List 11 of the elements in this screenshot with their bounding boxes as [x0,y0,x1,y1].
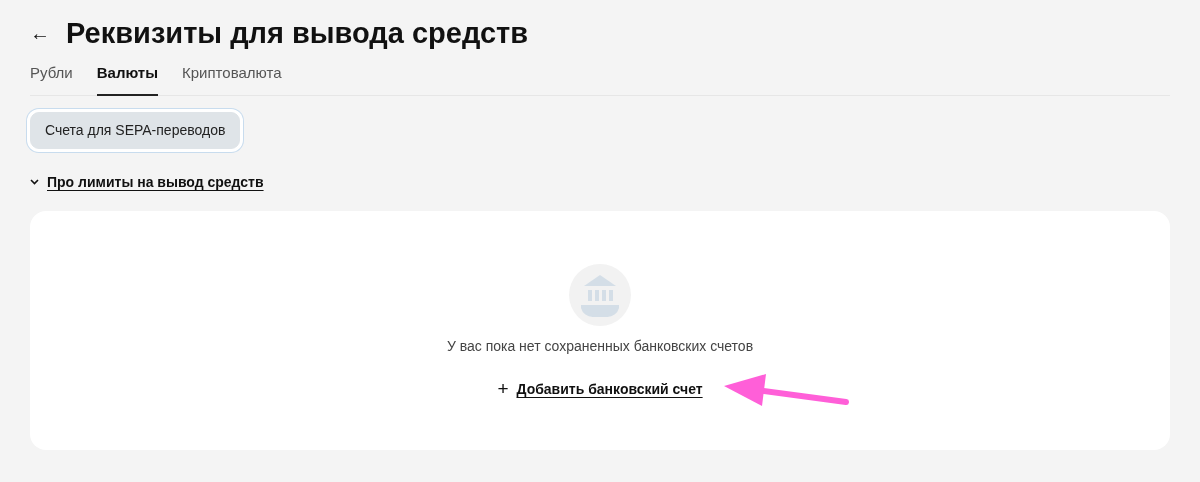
plus-icon[interactable]: + [497,382,509,396]
limits-link[interactable]: Про лимиты на вывод средств [47,171,264,193]
tab[interactable]: Валюты [96,58,159,96]
tab[interactable]: Криптовалюта [182,58,282,96]
page-title: Реквизиты для вывода средств [66,16,529,51]
tab[interactable]: Рубли [30,58,73,96]
chevron-icon[interactable] [30,179,39,185]
empty-message: У вас пока нет сохраненных банковских счетов [446,336,754,356]
bank-icon [569,263,631,326]
add-account-link[interactable]: Добавить банковский счет [516,378,703,400]
back-button[interactable]: ← [30,23,50,43]
